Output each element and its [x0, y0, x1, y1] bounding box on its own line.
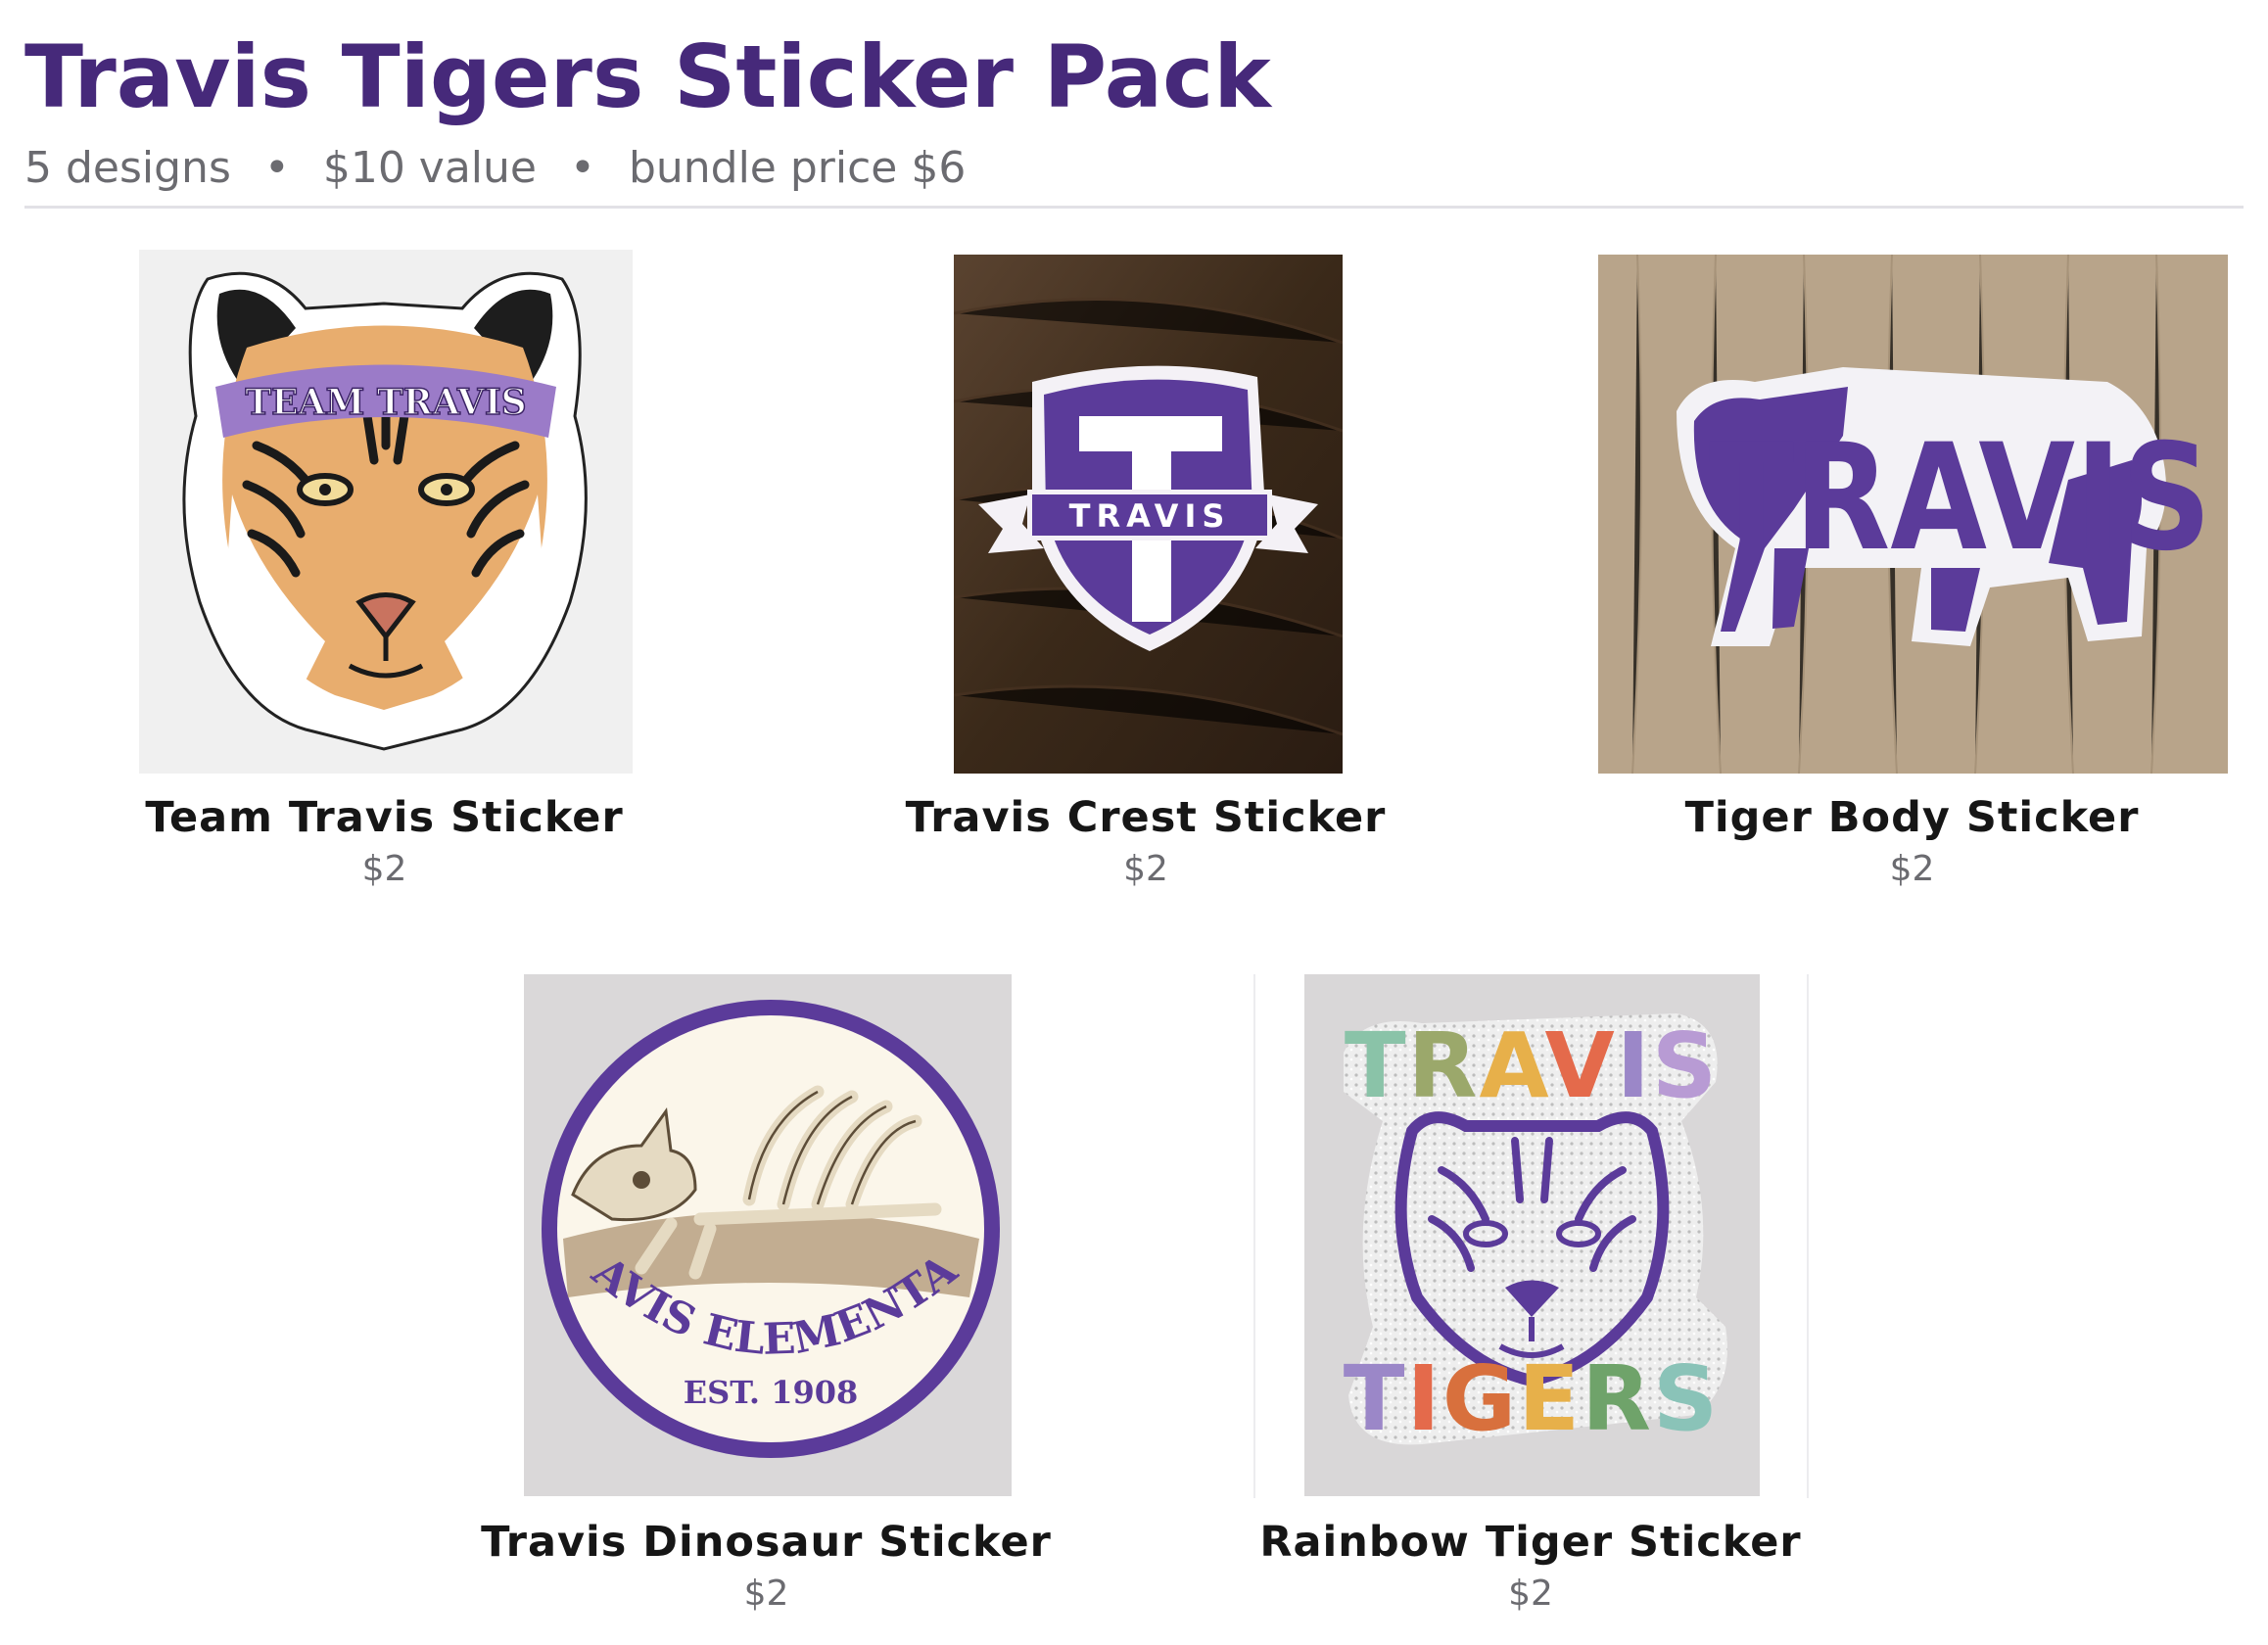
page-title: Travis Tigers Sticker Pack: [24, 26, 1271, 127]
product-name[interactable]: Travis Crest Sticker: [852, 793, 1440, 842]
sticker-art-text: TRAVIS: [1709, 412, 2211, 584]
product-price: $2: [1508, 1574, 1553, 1614]
design-count: 5 designs: [24, 143, 231, 193]
product-image[interactable]: TRAVIS ELEMENTARY EST. 1908: [524, 974, 1012, 1496]
card-divider: [1807, 974, 1809, 1498]
sticker-art-text: TEAM TRAVIS: [245, 382, 526, 423]
header-divider: [24, 206, 2244, 209]
product-image[interactable]: TEAM TRAVIS: [139, 250, 633, 774]
product-card-travis-dinosaur[interactable]: TRAVIS ELEMENTARY EST. 1908 Travis Dinos…: [465, 974, 1067, 1621]
product-name[interactable]: Tiger Body Sticker: [1596, 793, 2228, 842]
page-header: Travis Tigers Sticker Pack 5 designs • $10…: [24, 20, 2244, 198]
product-price: $2: [1123, 849, 1168, 889]
rainbow-tiger-icon: TRAVIS TIGERS: [1344, 1013, 1727, 1451]
product-name[interactable]: Rainbow Tiger Sticker: [1255, 1518, 1806, 1567]
product-card-tiger-body[interactable]: TRAVIS Tiger Body Sticker $2: [1596, 250, 2228, 896]
tiger-body-icon: TRAVIS: [1598, 255, 2228, 774]
product-price: $2: [361, 849, 407, 889]
sticker-art-subtext: TIGERS: [1344, 1346, 1720, 1451]
product-price: $2: [1889, 849, 1935, 889]
product-name[interactable]: Team Travis Sticker: [78, 793, 690, 842]
tiger-head-icon: TEAM TRAVIS: [182, 271, 588, 751]
pack-value: $10 value: [322, 143, 537, 193]
bundle-price: bundle price $6: [628, 143, 967, 193]
separator: •: [263, 143, 290, 193]
sticker-art-text: TRAVIS: [1069, 497, 1231, 535]
product-image[interactable]: TRAVIS TIGERS: [1304, 974, 1760, 1496]
separator: •: [569, 143, 595, 193]
dinosaur-skeleton-icon: TRAVIS ELEMENTARY EST. 1908: [524, 974, 1000, 1458]
crest-icon: TRAVIS: [954, 255, 1343, 774]
sticker-art-text: TRAVIS: [1345, 1013, 1719, 1118]
product-card-team-travis[interactable]: TEAM TRAVIS Team Travis Sticker $2: [78, 250, 690, 896]
sticker-art-subtext: EST. 1908: [684, 1374, 859, 1411]
product-image[interactable]: TRAVIS: [1598, 255, 2228, 774]
product-card-rainbow-tiger[interactable]: TRAVIS TIGERS Rainbow Tiger Sticker $2: [1255, 974, 1806, 1621]
product-card-travis-crest[interactable]: TRAVIS Travis Crest Sticker $2: [852, 250, 1440, 896]
product-price: $2: [743, 1574, 789, 1614]
pack-summary: 5 designs • $10 value • bundle price $6: [24, 139, 2244, 198]
product-image[interactable]: TRAVIS: [954, 255, 1343, 774]
product-name[interactable]: Travis Dinosaur Sticker: [465, 1518, 1067, 1567]
